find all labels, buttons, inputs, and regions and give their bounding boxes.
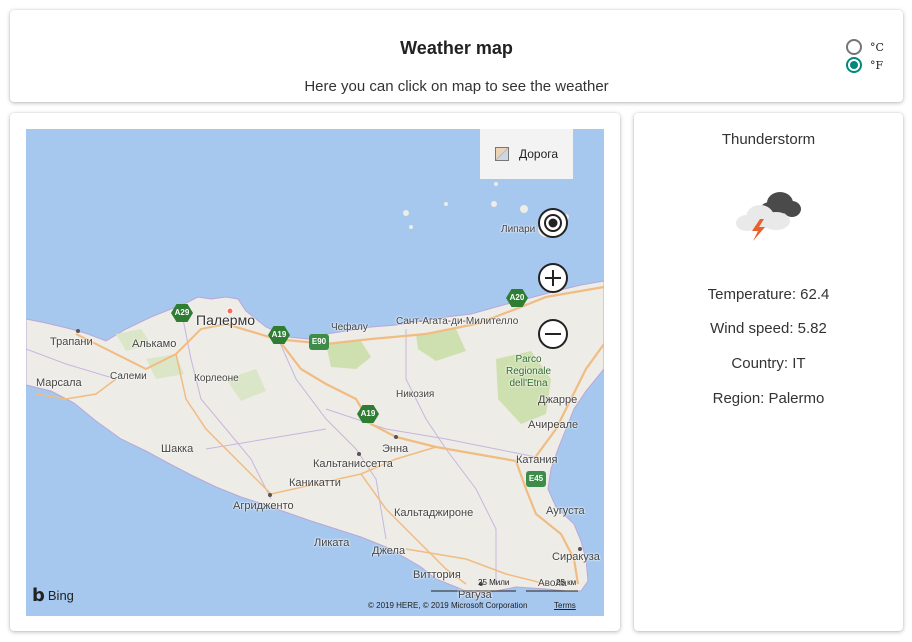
city-label-sciacca: Шакка bbox=[161, 443, 194, 455]
page-title: Weather map bbox=[400, 38, 513, 58]
map-copyright: © 2019 HERE, © 2019 Microsoft Corporatio… bbox=[368, 601, 528, 610]
map-card: Палермо Трапани Алькамо Марсала Салеми К… bbox=[10, 113, 620, 631]
city-label-ragusa: Рагуза bbox=[458, 589, 492, 601]
unit-label-fahrenheit: °F bbox=[870, 58, 884, 72]
scale-miles: 25 Мили bbox=[478, 578, 510, 587]
city-label-caltanissetta: Кальтаниссетта bbox=[313, 458, 393, 470]
road-style-icon bbox=[494, 147, 509, 161]
park-label-line3: dell'Etna bbox=[509, 378, 548, 389]
map-style-label: Дорога bbox=[518, 147, 559, 161]
city-label-caltagirone: Кальтаджироне bbox=[394, 507, 474, 519]
header-card: Weather map Here you can click on map to… bbox=[10, 10, 903, 102]
region-value: Region: Palermo bbox=[712, 390, 825, 407]
zoom-out-button[interactable] bbox=[538, 319, 568, 349]
city-label-lipari: Липари bbox=[501, 224, 536, 235]
thunderstorm-icon bbox=[736, 192, 801, 241]
city-label-gela: Джела bbox=[372, 545, 406, 557]
road-shield-e90: E90 bbox=[309, 334, 329, 350]
map-view[interactable]: Палермо Трапани Алькамо Марсала Салеми К… bbox=[26, 129, 604, 616]
city-label-enna: Энна bbox=[382, 443, 409, 455]
radio-celsius[interactable] bbox=[846, 39, 862, 55]
country-value: Country: IT bbox=[731, 355, 806, 372]
temperature-value: Temperature: 62.4 bbox=[707, 286, 830, 303]
city-label-santagata: Сант-Агата-ди-Милителло bbox=[396, 316, 519, 327]
park-label-line1: Parco bbox=[515, 354, 542, 365]
locate-icon bbox=[544, 214, 562, 232]
unit-label-celsius: °C bbox=[870, 40, 884, 54]
city-label-trapani: Трапани bbox=[50, 336, 93, 348]
terms-link[interactable]: Terms bbox=[554, 601, 576, 610]
city-label-nicosia: Никозия bbox=[396, 389, 435, 400]
unit-option-celsius[interactable]: °C bbox=[846, 38, 884, 56]
city-label-augusta: Аугуста bbox=[546, 505, 585, 517]
unit-selector: °C °F bbox=[846, 38, 884, 74]
bing-logo[interactable]: b Bing bbox=[32, 585, 74, 606]
city-label-siracusa: Сиракуза bbox=[552, 551, 600, 563]
weather-condition: Thunderstorm bbox=[721, 131, 816, 148]
scale-km: 25 км bbox=[556, 578, 577, 587]
map-style-selector[interactable]: Дорога bbox=[480, 129, 573, 179]
locate-me-button[interactable] bbox=[538, 208, 568, 238]
city-label-cefalu: Чефалу bbox=[331, 322, 368, 333]
city-label-palermo: Палермо bbox=[196, 312, 256, 328]
unit-option-fahrenheit[interactable]: °F bbox=[846, 56, 884, 74]
city-label-marsala: Марсала bbox=[36, 377, 82, 389]
city-label-catania: Катания bbox=[516, 454, 558, 466]
radio-fahrenheit[interactable] bbox=[846, 57, 862, 73]
road-shield-e45: E45 bbox=[526, 471, 546, 487]
city-label-vittoria: Виттория bbox=[413, 569, 461, 581]
city-label-salemi: Салеми bbox=[110, 371, 147, 382]
city-label-agrigento: Агридженто bbox=[233, 500, 294, 512]
wind-speed-value: Wind speed: 5.82 bbox=[710, 320, 827, 337]
city-label-corleone: Корлеоне bbox=[194, 373, 239, 384]
city-label-licata: Ликата bbox=[314, 537, 350, 549]
bing-label: Bing bbox=[47, 588, 74, 603]
city-label-giarre: Джарре bbox=[538, 394, 578, 406]
bing-b-icon: b bbox=[32, 585, 45, 606]
plus-icon bbox=[545, 270, 561, 286]
city-label-acireale: Ачиреале bbox=[528, 419, 579, 431]
minus-icon bbox=[545, 333, 561, 335]
zoom-in-button[interactable] bbox=[538, 263, 568, 293]
park-label-etna: Parco Regionale dell'Etna bbox=[506, 354, 551, 390]
park-label-line2: Regionale bbox=[506, 366, 552, 377]
page-subtitle: Here you can click on map to see the wea… bbox=[304, 78, 609, 95]
city-label-canicatti: Каникатти bbox=[289, 477, 341, 489]
city-label-alcamo: Алькамо bbox=[132, 338, 177, 350]
weather-card: Thunderstorm Temperature: 62.4 Wind spee… bbox=[634, 113, 903, 631]
